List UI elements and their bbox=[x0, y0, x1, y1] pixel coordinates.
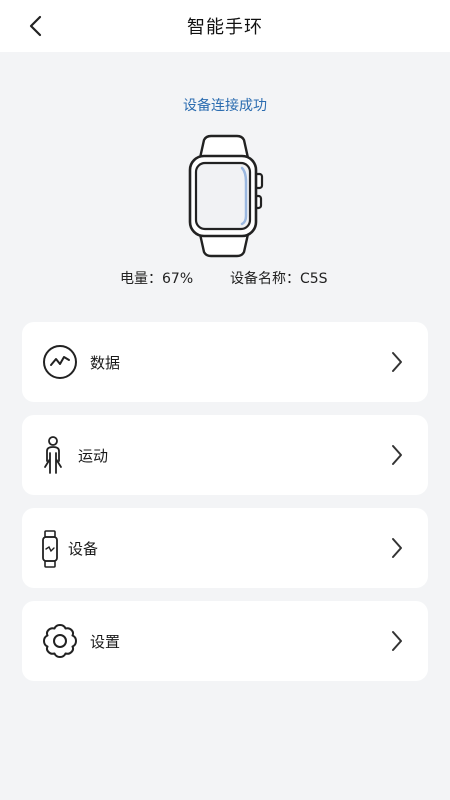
person-walking-icon bbox=[44, 436, 62, 474]
menu-item-label: 设备 bbox=[68, 540, 99, 558]
connection-status: 设备连接成功 bbox=[183, 98, 267, 114]
menu-item-label: 数据 bbox=[90, 354, 121, 372]
top-bar: 智能手环 bbox=[0, 0, 450, 52]
device-info: 电量：67% 设备名称：C5S bbox=[0, 268, 450, 288]
chevron-right-icon bbox=[392, 445, 402, 465]
battery-level: 电量：67% bbox=[120, 271, 194, 287]
menu-item-data[interactable]: 数据 bbox=[22, 322, 428, 402]
device-name: 设备名称：C5S bbox=[230, 271, 328, 287]
chevron-right-icon bbox=[392, 538, 402, 558]
menu-item-label: 运动 bbox=[78, 447, 109, 465]
menu-item-device[interactable]: 设备 bbox=[22, 508, 428, 588]
gear-icon bbox=[43, 624, 77, 658]
chevron-right-icon bbox=[392, 352, 402, 372]
smartwatch-icon bbox=[188, 134, 264, 258]
chevron-right-icon bbox=[392, 631, 402, 651]
chart-line-icon bbox=[43, 345, 77, 379]
menu-item-settings[interactable]: 设置 bbox=[22, 601, 428, 681]
fitness-band-icon bbox=[42, 530, 58, 568]
menu-item-sport[interactable]: 运动 bbox=[22, 415, 428, 495]
menu-item-label: 设置 bbox=[90, 633, 121, 651]
page-title: 智能手环 bbox=[187, 17, 263, 38]
